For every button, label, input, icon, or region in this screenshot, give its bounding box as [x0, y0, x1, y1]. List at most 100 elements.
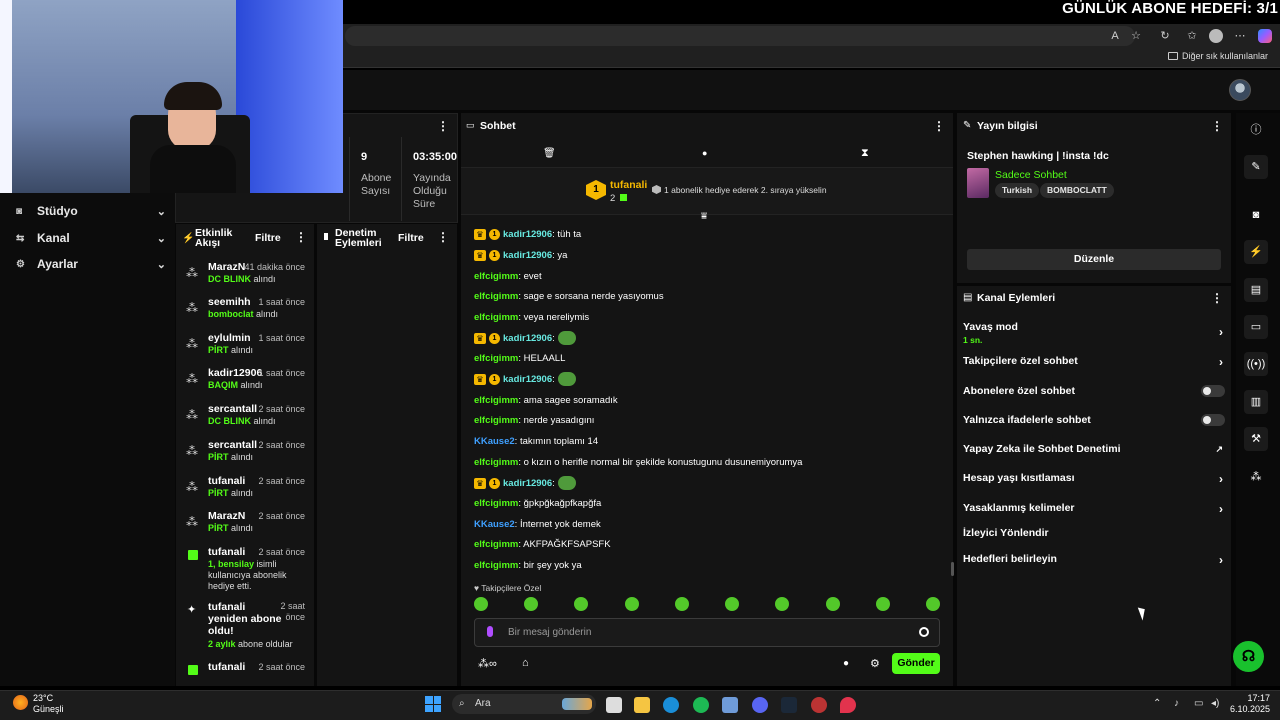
profile-icon[interactable]: [1209, 29, 1223, 43]
broadcast-icon[interactable]: ((•)): [1244, 352, 1268, 376]
emote[interactable]: [725, 597, 740, 611]
slow-mode-row[interactable]: Yavaş mod 1 sn. ›: [963, 321, 1225, 345]
activity-username[interactable]: tufanali: [208, 475, 245, 487]
microphone-icon[interactable]: [487, 626, 493, 637]
clock[interactable]: 17:17 6.10.2025: [1230, 693, 1270, 715]
chat-username[interactable]: elfcigimm: [474, 395, 518, 406]
chat-username[interactable]: KKause2: [474, 519, 515, 530]
emote[interactable]: [574, 597, 589, 611]
emote[interactable]: [674, 597, 689, 611]
more-menu-icon[interactable]: ⋯: [1234, 30, 1246, 42]
copilot-icon[interactable]: [1258, 29, 1272, 43]
chat-username[interactable]: elfcigimm: [474, 457, 518, 468]
avatar[interactable]: [1229, 79, 1251, 101]
hourglass-icon[interactable]: ⧗: [861, 147, 869, 160]
other-favorites[interactable]: Diğer sık kullanılanlar: [1167, 51, 1268, 61]
chat-username[interactable]: kadir12906: [503, 250, 552, 261]
store-icon[interactable]: ⌂: [522, 657, 529, 669]
sidebar-item-studio[interactable]: ◙ Stüdyo ⌄: [16, 200, 166, 222]
emote[interactable]: [825, 597, 840, 611]
app-icon[interactable]: [840, 697, 856, 713]
weather-widget[interactable]: 23°C Güneşli: [33, 693, 64, 715]
emoji-icon[interactable]: [919, 627, 929, 637]
activity-username[interactable]: tufanali: [208, 546, 245, 558]
chat-bubble-icon[interactable]: ●: [702, 148, 707, 158]
document-icon[interactable]: ▤: [1244, 278, 1268, 302]
emote[interactable]: [624, 597, 639, 611]
tag[interactable]: Turkish: [995, 183, 1040, 198]
chat-username[interactable]: elfcigimm: [474, 560, 518, 571]
tray-chevron-icon[interactable]: ⌃: [1153, 698, 1161, 709]
ai-moderation-row[interactable]: Yapay Zeka ile Sohbet Denetimi ↗: [963, 443, 1225, 457]
discord-icon[interactable]: [752, 697, 768, 713]
windows-start-icon[interactable]: [425, 696, 441, 712]
help-button[interactable]: ☊: [1233, 641, 1264, 672]
chat-username[interactable]: kadir12906: [503, 333, 552, 344]
address-bar[interactable]: [345, 26, 1135, 46]
channel-actions-menu-icon[interactable]: ⋮: [1211, 291, 1223, 305]
taskbar-search[interactable]: ⌕ Ara: [452, 694, 596, 714]
activity-username[interactable]: MarazN: [208, 510, 245, 522]
activity-username[interactable]: tufanali: [208, 601, 245, 613]
edit-button[interactable]: Düzenle: [967, 249, 1221, 270]
file-explorer-icon[interactable]: [634, 697, 650, 713]
sidebar-item-settings[interactable]: ⚙ Ayarlar ⌄: [16, 253, 166, 275]
mod-menu-icon[interactable]: ⋮: [437, 230, 449, 244]
raid-row[interactable]: İzleyici Yönlendir: [963, 527, 1225, 541]
chat-username[interactable]: elfcigimm: [474, 498, 518, 509]
emote[interactable]: [775, 597, 790, 611]
activity-filter-button[interactable]: Filtre: [255, 232, 281, 244]
activity-menu-icon[interactable]: ⋮: [295, 230, 307, 244]
chat-input[interactable]: Bir mesaj gönderin: [474, 618, 940, 647]
task-view-icon[interactable]: [606, 697, 622, 713]
goals-row[interactable]: Hedefleri belirleyin ›: [963, 553, 1225, 567]
pinned-username[interactable]: tufanali: [610, 179, 647, 191]
chat-username[interactable]: kadir12906: [503, 374, 552, 385]
emote[interactable]: [524, 597, 539, 611]
chat-username[interactable]: kadir12906: [503, 229, 552, 240]
app-icon[interactable]: [722, 697, 738, 713]
trash-icon[interactable]: 🗑: [543, 148, 556, 159]
refresh-icon[interactable]: ↻: [1159, 30, 1171, 42]
chat-username[interactable]: elfcigimm: [474, 291, 518, 302]
microphone-icon[interactable]: ♪: [1174, 698, 1179, 709]
chat-username[interactable]: elfcigimm: [474, 271, 518, 282]
read-aloud-icon[interactable]: A: [1109, 30, 1121, 42]
info-icon[interactable]: ⓘ: [1244, 118, 1268, 142]
category-thumbnail[interactable]: [967, 168, 989, 198]
chat-username[interactable]: elfcigimm: [474, 539, 518, 550]
edge-icon[interactable]: [663, 697, 679, 713]
activity-username[interactable]: kadir12906: [208, 367, 262, 379]
sidebar-item-channel[interactable]: ⇆ Kanal ⌄: [16, 227, 166, 249]
pencil-icon[interactable]: ✎: [1244, 155, 1268, 179]
chat-username[interactable]: kadir12906: [503, 478, 552, 489]
chat-menu-icon[interactable]: ⋮: [933, 119, 945, 133]
network-icon[interactable]: ▭: [1194, 698, 1203, 709]
activity-username[interactable]: tufanali: [208, 661, 245, 673]
users-icon[interactable]: ⁂: [1244, 465, 1268, 489]
activity-username[interactable]: MarazN: [208, 261, 245, 273]
collapse-icon[interactable]: ⩸: [701, 211, 707, 222]
users-icon[interactable]: ⁂∞: [478, 657, 497, 670]
account-age-row[interactable]: Hesap yaşı kısıtlaması ›: [963, 472, 1225, 486]
stream-info-menu-icon[interactable]: ⋮: [1211, 119, 1223, 133]
mod-filter-button[interactable]: Filtre: [398, 232, 424, 244]
camera-icon[interactable]: ◙: [1244, 203, 1268, 227]
steam-icon[interactable]: [781, 697, 797, 713]
spotify-icon[interactable]: [693, 697, 709, 713]
favorite-star-icon[interactable]: ☆: [1130, 30, 1142, 42]
banned-words-row[interactable]: Yasaklanmış kelimeler ›: [963, 502, 1225, 516]
chat-username[interactable]: elfcigimm: [474, 312, 518, 323]
chat-emote[interactable]: [557, 372, 576, 386]
emote[interactable]: [875, 597, 890, 611]
emotes-only-toggle[interactable]: [1201, 414, 1225, 426]
activity-username[interactable]: sercantall: [208, 439, 257, 451]
chat-username[interactable]: elfcigimm: [474, 415, 518, 426]
stats-menu-icon[interactable]: ⋮: [437, 119, 449, 133]
chat-bubble-icon[interactable]: ●: [843, 658, 849, 669]
chat-username[interactable]: KKause2: [474, 436, 515, 447]
activity-username[interactable]: sercantall: [208, 403, 257, 415]
subscribers-only-toggle[interactable]: [1201, 385, 1225, 397]
activity-username[interactable]: seemihh: [208, 296, 251, 308]
layout-icon[interactable]: ▥: [1244, 390, 1268, 414]
